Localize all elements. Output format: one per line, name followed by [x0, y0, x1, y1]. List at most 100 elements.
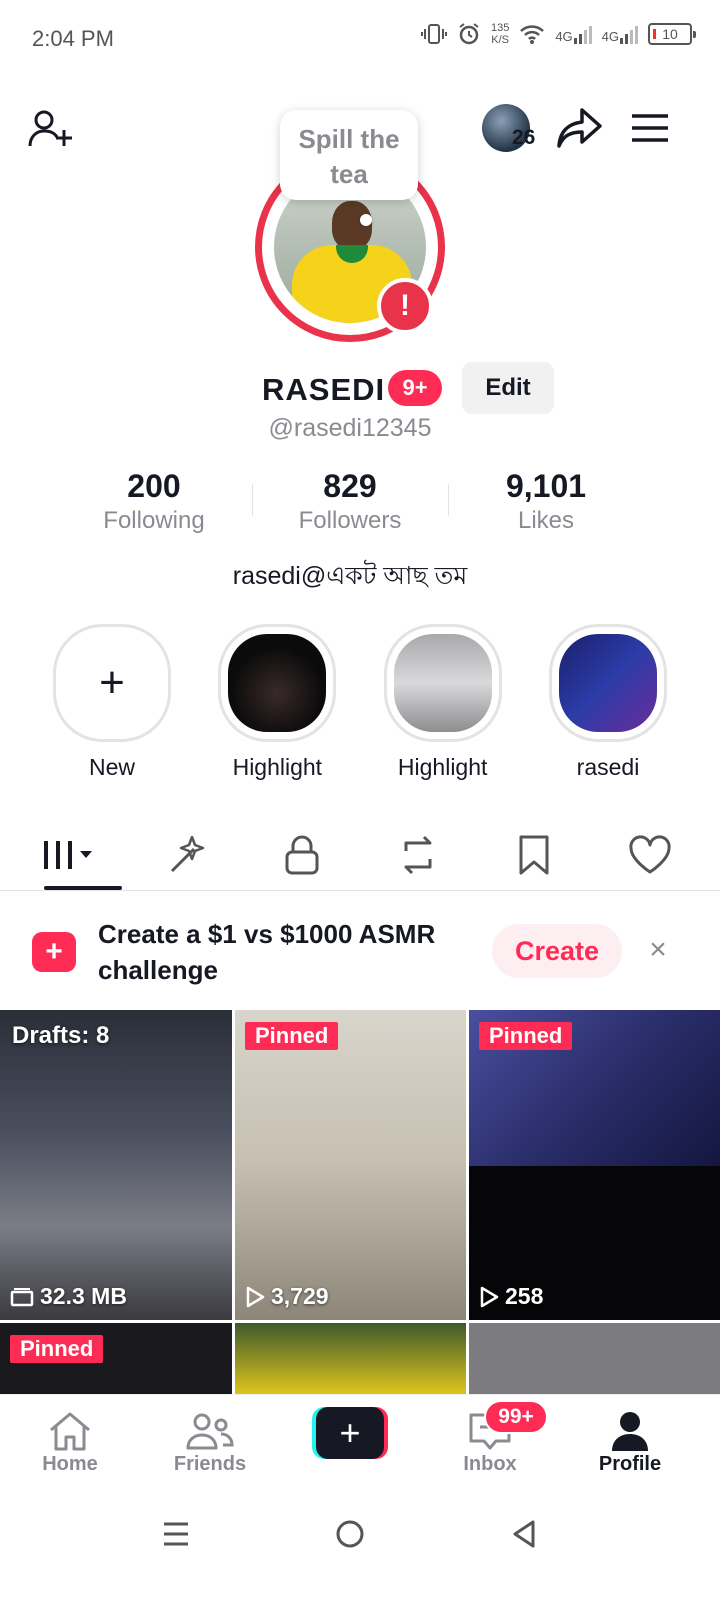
system-nav-bar	[0, 1490, 720, 1612]
stat-value: 9,101	[505, 468, 587, 504]
home-icon	[50, 1412, 90, 1451]
profile-icon	[612, 1412, 648, 1451]
highlight-item[interactable]: Highlight	[215, 624, 339, 794]
heart-icon	[629, 835, 671, 874]
draft-size: 32.3 MB	[40, 1283, 127, 1309]
nav-label: Inbox	[463, 1453, 517, 1475]
net-speed: 135 K/S	[490, 22, 510, 46]
friends-icon	[186, 1413, 234, 1450]
signal-2: 4G	[602, 24, 638, 44]
highlight-label: New	[88, 754, 135, 780]
video-meta: 3,729	[245, 1283, 329, 1310]
pinned-badge: Pinned	[245, 1022, 339, 1050]
stat-following[interactable]: 200 Following	[56, 468, 252, 538]
stat-label: Followers	[298, 507, 402, 534]
highlight-circle	[548, 624, 667, 742]
recent-apps-button[interactable]	[154, 1512, 198, 1556]
stat-value: 829	[323, 468, 377, 504]
signal-1: 4G	[555, 24, 592, 44]
lock-icon	[285, 835, 319, 875]
storage-icon	[10, 1287, 34, 1306]
alarm-icon	[459, 23, 479, 45]
create-button[interactable]: Create	[492, 924, 622, 978]
highlight-thumbnail	[558, 634, 657, 732]
tab-reposts[interactable]	[378, 820, 458, 890]
video-tile[interactable]	[235, 1323, 466, 1394]
view-count: 258	[505, 1283, 544, 1309]
nav-home[interactable]: Home	[20, 1409, 120, 1476]
sparkle-icon	[170, 835, 205, 873]
profile-stats: 200 Following 829 Followers 9,101 Likes	[56, 468, 644, 538]
highlight-item[interactable]: Highlight	[381, 624, 505, 794]
pinned-badge: Pinned	[10, 1335, 104, 1363]
promo-text: Create a $1 vs $1000 ASMR challenge	[98, 919, 436, 985]
alert-badge[interactable]: !	[377, 278, 433, 334]
notification-badge[interactable]: 9+	[388, 370, 442, 406]
edit-profile-button[interactable]: Edit	[462, 362, 554, 414]
video-tile-drafts[interactable]: Drafts: 8 32.3 MB	[0, 1010, 232, 1320]
highlight-thumbnail	[393, 634, 492, 732]
stat-label: Following	[103, 507, 205, 534]
profile-bio: rasedi@একট আছ তম	[232, 562, 468, 590]
repost-icon	[404, 835, 432, 875]
tab-effects[interactable]	[146, 820, 226, 890]
status-time: 2:04 PM	[32, 26, 114, 51]
stat-followers[interactable]: 829 Followers	[252, 468, 448, 538]
highlight-label: rasedi	[576, 754, 640, 780]
status-icons: 135 K/S 4G 4G 10	[420, 22, 696, 46]
back-triangle-icon	[513, 1520, 535, 1548]
circle-home-icon	[336, 1520, 364, 1548]
grid-icon	[44, 841, 92, 869]
add-friend-icon[interactable]	[28, 108, 74, 150]
highlight-circle	[218, 624, 337, 742]
video-tile[interactable]	[469, 1323, 720, 1394]
share-icon[interactable]	[556, 106, 604, 150]
highlight-circle: +	[53, 624, 171, 742]
tab-favorites[interactable]	[494, 820, 574, 890]
video-tile[interactable]: Pinned	[0, 1323, 232, 1394]
tab-private[interactable]	[262, 820, 342, 890]
nav-profile[interactable]: Profile	[580, 1409, 680, 1476]
nav-friends[interactable]: Friends	[160, 1409, 260, 1476]
highlight-label: Highlight	[397, 754, 488, 780]
plus-icon: +	[316, 1407, 384, 1459]
video-tile[interactable]: Pinned 3,729	[235, 1010, 466, 1320]
profile-name: RASEDI	[262, 372, 386, 407]
play-icon	[246, 1286, 265, 1307]
tabs-divider	[0, 890, 720, 891]
home-system-button[interactable]	[328, 1512, 372, 1556]
pinned-badge: Pinned	[479, 1022, 573, 1050]
bookmark-icon	[519, 835, 549, 875]
profile-viewers-count[interactable]: 26	[512, 126, 535, 150]
profile-handle: @rasedi12345	[268, 414, 432, 442]
promo-banner: + Create a $1 vs $1000 ASMR challenge Cr…	[0, 900, 720, 1008]
highlight-thumbnail	[228, 634, 327, 732]
create-video-button[interactable]: +	[312, 1407, 388, 1459]
name-row: RASEDI 9+ Edit	[0, 362, 720, 416]
nav-label: Friends	[173, 1453, 247, 1475]
wifi-icon	[520, 25, 545, 44]
video-meta: 258	[479, 1283, 543, 1310]
highlight-new[interactable]: + New	[50, 624, 174, 794]
video-tile[interactable]: Pinned 258	[469, 1010, 720, 1320]
create-plus-icon: +	[32, 932, 76, 972]
stat-likes[interactable]: 9,101 Likes	[448, 468, 644, 538]
video-meta: 32.3 MB	[10, 1283, 127, 1310]
back-button[interactable]	[502, 1512, 546, 1556]
tab-videos[interactable]	[30, 820, 122, 890]
menu-icon[interactable]	[630, 112, 670, 144]
nav-label: Profile	[598, 1453, 662, 1475]
signal-bars-icon	[573, 26, 592, 44]
close-icon[interactable]: ×	[642, 934, 674, 966]
status-bar: 2:04 PM 135 K/S 4G 4G 10	[0, 0, 720, 80]
vibrate-icon	[420, 24, 447, 44]
story-note-bubble[interactable]: Spill the tea	[280, 110, 418, 200]
battery-indicator: 10	[648, 23, 696, 45]
signal-bars-icon	[620, 26, 638, 44]
nav-label: Home	[42, 1453, 98, 1475]
content-tabs	[30, 820, 690, 890]
inbox-badge: 99+	[484, 1400, 548, 1434]
view-count: 3,729	[271, 1283, 329, 1309]
tab-liked[interactable]	[610, 820, 690, 890]
highlight-item[interactable]: rasedi	[546, 624, 670, 794]
